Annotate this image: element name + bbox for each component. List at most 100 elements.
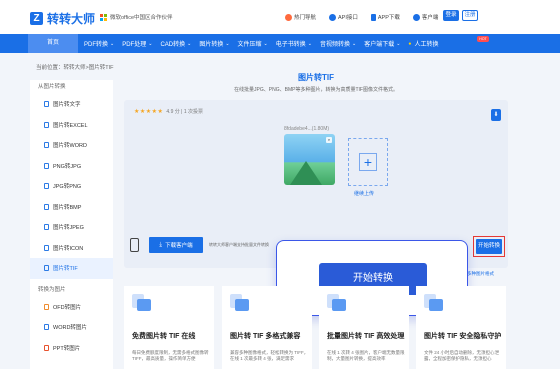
file-icon: [44, 324, 49, 331]
file-icon: [44, 224, 49, 231]
star-rating-icon[interactable]: ★★★★★: [134, 108, 163, 115]
file-icon: [44, 101, 49, 108]
nav-items: PDF转换 ⌄ PDF处理 ⌄ CAD转换 ⌄ 图片转换 ⌄ 文件压缩 ⌄ 电子书转换 ⌄ …: [84, 34, 446, 53]
top-link-api[interactable]: API接口: [329, 13, 358, 21]
file-thumbnail[interactable]: ⌕: [284, 134, 335, 185]
chevron-down-icon: ⌄: [225, 40, 230, 47]
phone-icon: [370, 13, 376, 21]
sidebar-item-image-to-word[interactable]: 图片转WORD: [30, 135, 113, 156]
logo-icon: Z: [30, 12, 43, 25]
feature-icon: [424, 294, 444, 314]
file-name: 8fdadebe4...(1.80M): [284, 126, 330, 132]
add-file-box[interactable]: +: [348, 138, 388, 186]
logo[interactable]: Z 转转大师: [30, 10, 95, 27]
top-link-app[interactable]: APP下载: [370, 13, 400, 21]
nav-item-compress[interactable]: 文件压缩 ⌄: [238, 39, 268, 49]
sidebar-item-image-to-text[interactable]: 图片转文字: [30, 94, 113, 115]
download-icon: [412, 13, 420, 21]
chevron-down-icon: ⌄: [307, 40, 312, 47]
nav-item-label: PDF转换: [84, 42, 109, 48]
register-button[interactable]: 注册: [462, 10, 478, 21]
chevron-down-icon: ⌄: [148, 40, 153, 47]
chevron-down-icon: ⌄: [187, 40, 192, 47]
feature-desc: 文件 24 小时后自动删除，无须担心泄露，全程加密保护隐私，无须担心: [424, 350, 500, 361]
logo-text: 转转大师: [47, 12, 96, 26]
sidebar-item-ppt-to-image[interactable]: PPT转图片: [30, 338, 113, 359]
sidebar-item-image-to-icon[interactable]: 图片转ICON: [30, 238, 113, 259]
sidebar-item-label: WORD转图片: [53, 325, 87, 332]
sidebar-item-label: 图片转JPEG: [53, 225, 84, 232]
top-link-client[interactable]: 客户端: [412, 13, 439, 21]
download-client-label: 下载客户端: [165, 243, 193, 249]
nav-item-media[interactable]: 音视频转换 ⌄: [319, 39, 356, 49]
feature-desc: 每日免费额度限制，无需多格式图像转 TIFF，最高质量，操作简单方便: [132, 350, 209, 361]
sidebar-item-image-to-excel[interactable]: 图片转EXCEL: [30, 115, 113, 136]
login-button[interactable]: 登录: [443, 10, 459, 21]
nav-item-label: 人工转换: [414, 42, 439, 48]
nav-item-label: 客户端下载: [364, 42, 395, 48]
continue-upload-link[interactable]: 继续上传: [354, 190, 374, 197]
fire-icon: [285, 13, 292, 21]
feature-card: 图片转 TIF 安全隐私守护 文件 24 小时后自动删除，无须担心泄露，全程加密…: [416, 286, 506, 369]
download-client-button[interactable]: ⤓ 下载客户端: [149, 237, 203, 253]
top-link-hot-nav[interactable]: 热门导航: [285, 13, 316, 21]
nav-item-pdf-process[interactable]: PDF处理 ⌄: [122, 39, 153, 49]
save-icon[interactable]: ⬇: [491, 109, 501, 121]
sidebar-item-image-to-tif[interactable]: 图片转TIF: [30, 258, 113, 279]
main-nav: 首页 PDF转换 ⌄ PDF处理 ⌄ CAD转换 ⌄ 图片转换 ⌄ 文件压缩 ⌄ 电子书转…: [0, 34, 560, 53]
nav-item-manual[interactable]: ● 人工转换: [408, 39, 439, 49]
sidebar-item-word-to-image[interactable]: WORD转图片: [30, 317, 113, 338]
zoom-icon[interactable]: ⌕: [326, 137, 332, 143]
client-note: 转转大师客户端支持批量文件转换: [209, 242, 269, 247]
file-icon: [44, 244, 49, 251]
file-icon: [44, 162, 49, 169]
sidebar-item-label: PPT转图片: [53, 345, 81, 352]
feature-icon: [230, 294, 250, 314]
nav-item-image[interactable]: 图片转换 ⌄: [199, 39, 230, 49]
partner-badge: 微软office中国区合作伙伴: [100, 13, 173, 21]
nav-item-label: 音视频转换: [319, 42, 350, 48]
nav-item-pdf-convert[interactable]: PDF转换 ⌄: [84, 39, 115, 49]
file-icon: [44, 121, 49, 128]
file-icon: [44, 344, 49, 351]
sidebar-item-image-to-bmp[interactable]: 图片转BMP: [30, 197, 113, 218]
sidebar-item-label: JPG转PNG: [53, 184, 82, 191]
nav-home[interactable]: 首页: [28, 34, 78, 53]
nav-item-cad[interactable]: CAD转换 ⌄: [160, 39, 192, 49]
top-link-label: API接口: [338, 15, 358, 21]
rating: ★★★★★ 4.9 分 | 1 次投票: [134, 108, 203, 115]
start-convert-button[interactable]: 开始转换: [476, 239, 502, 254]
sidebar-item-label: OFD转图片: [53, 304, 82, 311]
feature-title: 免费图片转 TIF 在线: [132, 333, 196, 340]
feature-card: 批量图片转 TIF 高效处理 在线 1 次转 4 张图片，客户端无数量限制，大量…: [319, 286, 409, 369]
file-icon: [44, 303, 49, 310]
top-link-label: 客户端: [421, 15, 439, 21]
sidebar-item-image-to-jpeg[interactable]: 图片转JPEG: [30, 217, 113, 238]
chevron-down-icon: ⌄: [110, 40, 115, 47]
phone-icon: [130, 238, 139, 252]
thumbnail-image: [290, 161, 322, 185]
sidebar-item-ofd-to-image[interactable]: OFD转图片: [30, 297, 113, 318]
top-link-label: APP下载: [377, 15, 400, 21]
hot-badge: HOT: [477, 36, 489, 42]
file-icon: [44, 142, 49, 149]
feature-icon: [327, 294, 347, 314]
feature-desc: 在线 1 次转 4 张图片，客户端无数量限制，大量图片转换，提高效率: [327, 350, 405, 361]
sidebar-item-label: 图片转TIF: [53, 266, 78, 273]
file-icon: [44, 265, 49, 272]
partner-text: 微软office中国区合作伙伴: [110, 15, 173, 21]
sidebar-section-title: 从图片转换: [38, 84, 66, 90]
feature-title: 图片转 TIF 安全隐私守护: [424, 333, 502, 340]
nav-item-client[interactable]: 客户端下载 ⌄: [364, 39, 400, 49]
chevron-down-icon: ⌄: [263, 40, 268, 47]
nav-item-label: CAD转换: [160, 42, 186, 48]
sidebar-item-jpg-to-png[interactable]: JPG转PNG: [30, 176, 113, 197]
nav-item-ebook[interactable]: 电子书转换 ⌄: [276, 39, 312, 49]
feature-card: 免费图片转 TIF 在线 每日免费额度限制，无需多格式图像转 TIFF，最高质量…: [124, 286, 214, 369]
page-title: 图片转TIF: [298, 73, 334, 82]
sidebar-item-png-to-jpg[interactable]: PNG转JPG: [30, 156, 113, 177]
download-icon: ⤓: [159, 241, 163, 248]
sidebar-item-label: PNG转JPG: [53, 163, 82, 170]
rating-text: 4.9 分 | 1 次投票: [166, 109, 203, 115]
output-row: ⤓ 下载客户端 转转大师客户端支持批量文件转换: [130, 237, 269, 253]
